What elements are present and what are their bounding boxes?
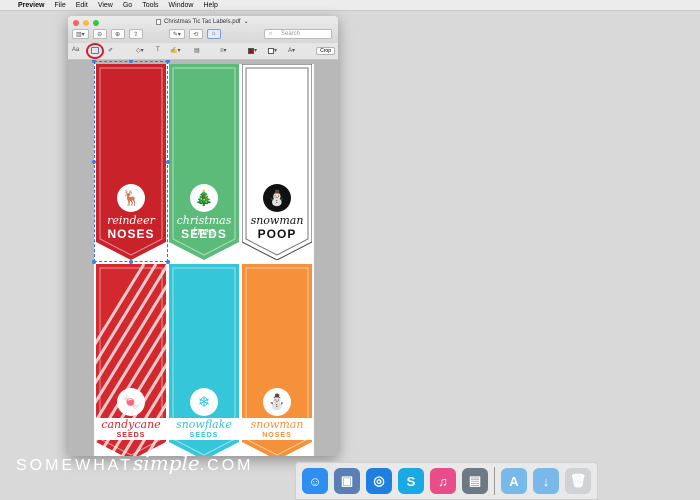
watermark-left: SOMEWHAT bbox=[16, 457, 134, 474]
zoom-button[interactable] bbox=[93, 20, 99, 26]
crop-button[interactable]: Crop bbox=[316, 47, 335, 55]
menu-window[interactable]: Window bbox=[169, 2, 194, 9]
label-block-text: NOSES bbox=[262, 432, 292, 439]
close-button[interactable] bbox=[73, 20, 79, 26]
markup-toolbar-button[interactable]: ⌂ bbox=[206, 29, 221, 39]
tag-label-2: 🎄 christmas tree SEEDS bbox=[169, 64, 239, 260]
menu-go[interactable]: Go bbox=[123, 2, 132, 9]
selection-rectangle[interactable] bbox=[94, 61, 168, 262]
watermark-right: .COM bbox=[199, 457, 254, 474]
menu-help[interactable]: Help bbox=[203, 2, 217, 9]
site-watermark: SOMEWHATsimple.COM bbox=[16, 451, 253, 475]
preview-window: Christmas Tic Tac Labels.pdf ⌄ ▥▾ ⊖ ⊕ ⇧ … bbox=[68, 16, 338, 456]
search-placeholder: Search bbox=[281, 31, 301, 37]
snowman-face-icon: ⛄ bbox=[263, 388, 291, 416]
markup-toolbar: Aa ✐ ◇▾ T ✍▾ ▤ ≡▾ ▾ ▾ A▾ Crop bbox=[68, 43, 338, 60]
downloads-folder-icon[interactable]: ↓ bbox=[533, 468, 559, 494]
zoom-in-icon: ⊕ bbox=[115, 31, 121, 38]
sketch-icon[interactable]: ✐ bbox=[108, 47, 113, 54]
share-button[interactable]: ⇧ bbox=[128, 29, 143, 39]
rotate-button[interactable]: ⟲ bbox=[188, 29, 203, 39]
image-capture-icon[interactable]: ▤ bbox=[462, 468, 488, 494]
label-script-text: snowflake bbox=[176, 418, 232, 431]
text-style-icon[interactable]: A▾ bbox=[288, 47, 295, 54]
safari-icon[interactable]: ◎ bbox=[366, 468, 392, 494]
title-bar: Christmas Tic Tac Labels.pdf ⌄ ▥▾ ⊖ ⊕ ⇧ … bbox=[68, 16, 338, 43]
note-icon[interactable]: ▤ bbox=[194, 47, 200, 54]
snowman-icon: ⛄ bbox=[263, 184, 291, 212]
label-block-text: POOP bbox=[257, 227, 297, 241]
fill-color-icon[interactable]: ▾ bbox=[268, 47, 277, 54]
zoom-in-button[interactable]: ⊕ bbox=[110, 29, 125, 39]
selection-handle[interactable] bbox=[129, 260, 133, 264]
pdf-page: 🦌 reindeer NOSES 🎄 christmas tree SEEDS ⛄ snowm… bbox=[92, 60, 314, 456]
skype-icon[interactable]: S bbox=[398, 468, 424, 494]
zoom-out-button[interactable]: ⊖ bbox=[92, 29, 107, 39]
pen-icon: ✎▾ bbox=[172, 31, 181, 38]
selection-handle[interactable] bbox=[92, 159, 96, 164]
signature-icon[interactable]: ✍▾ bbox=[170, 47, 180, 54]
search-icon: ⌕ bbox=[269, 30, 273, 37]
selection-handle[interactable] bbox=[166, 159, 170, 164]
pdf-document-icon bbox=[156, 18, 161, 25]
menu-view[interactable]: View bbox=[98, 2, 113, 9]
label-script-text: snowman bbox=[250, 418, 304, 431]
share-icon: ⇧ bbox=[133, 31, 139, 38]
label-block-text: SEEDS bbox=[181, 227, 227, 241]
selection-handle[interactable] bbox=[166, 260, 170, 264]
document-canvas[interactable]: 🦌 reindeer NOSES 🎄 christmas tree SEEDS ⛄ snowm… bbox=[68, 60, 338, 456]
menu-app-preview[interactable]: Preview bbox=[18, 2, 44, 9]
highlight-button[interactable]: ✎▾ bbox=[168, 29, 185, 39]
minimize-button[interactable] bbox=[83, 20, 89, 26]
font-button[interactable]: Aa bbox=[72, 47, 79, 53]
menu-file[interactable]: File bbox=[54, 2, 65, 9]
toolbox-icon: ⌂ bbox=[211, 31, 216, 37]
snowflake-icon: ❄ bbox=[190, 388, 218, 416]
window-controls bbox=[73, 20, 99, 26]
tag-label-4: 🍬 candycane SEEDS bbox=[96, 264, 166, 456]
line-style-icon[interactable]: ≡▾ bbox=[220, 47, 227, 54]
border-color-icon[interactable]: ▾ bbox=[248, 47, 257, 54]
tag-label-3: ⛄ snowman POOP bbox=[242, 64, 312, 260]
dock: ☺ ▣ ◎ S ♫ ▤ A ↓ 🗑 bbox=[295, 462, 598, 500]
christmas-tree-icon: 🎄 bbox=[190, 184, 218, 212]
sidebar-toggle-button[interactable]: ▥▾ bbox=[72, 29, 89, 39]
label-script-text: snowman bbox=[250, 214, 304, 227]
menu-edit[interactable]: Edit bbox=[76, 2, 88, 9]
rotate-icon: ⟲ bbox=[193, 31, 199, 38]
menu-tools[interactable]: Tools bbox=[142, 2, 158, 9]
shapes-icon[interactable]: ◇▾ bbox=[136, 47, 144, 54]
dock-separator bbox=[494, 467, 495, 495]
label-block-text: SEEDS bbox=[189, 432, 219, 439]
window-title-text: Christmas Tic Tac Labels.pdf bbox=[164, 18, 241, 25]
label-script-text: candycane bbox=[101, 418, 161, 431]
itunes-icon[interactable]: ♫ bbox=[430, 468, 456, 494]
finder-icon[interactable]: ☺ bbox=[302, 468, 328, 494]
window-title: Christmas Tic Tac Labels.pdf ⌄ bbox=[156, 18, 249, 25]
preview-icon[interactable]: ▣ bbox=[334, 468, 360, 494]
applications-folder-icon[interactable]: A bbox=[501, 468, 527, 494]
sidebar-icon: ▥▾ bbox=[76, 31, 85, 38]
tag-label-6: ⛄ snowman NOSES bbox=[242, 264, 312, 456]
chevron-down-icon[interactable]: ⌄ bbox=[244, 18, 249, 25]
label-block-text: SEEDS bbox=[116, 432, 146, 439]
text-tool-icon[interactable]: T bbox=[156, 47, 160, 53]
toolbar: ▥▾ ⊖ ⊕ ⇧ ✎▾ ⟲ ⌂ bbox=[72, 29, 221, 39]
trash-icon[interactable]: 🗑 bbox=[565, 468, 591, 494]
watermark-script: simple bbox=[133, 451, 200, 475]
rectangular-selection-icon[interactable] bbox=[91, 47, 99, 54]
search-field[interactable]: ⌕ Search bbox=[264, 29, 332, 39]
selection-handle[interactable] bbox=[92, 260, 96, 264]
tag-label-5: ❄ snowflake SEEDS bbox=[169, 264, 239, 456]
selection-handle[interactable] bbox=[166, 60, 170, 63]
zoom-out-icon: ⊖ bbox=[97, 31, 103, 38]
candy-cane-icon: 🍬 bbox=[117, 388, 145, 416]
menu-bar: Preview File Edit View Go Tools Window H… bbox=[0, 0, 700, 11]
